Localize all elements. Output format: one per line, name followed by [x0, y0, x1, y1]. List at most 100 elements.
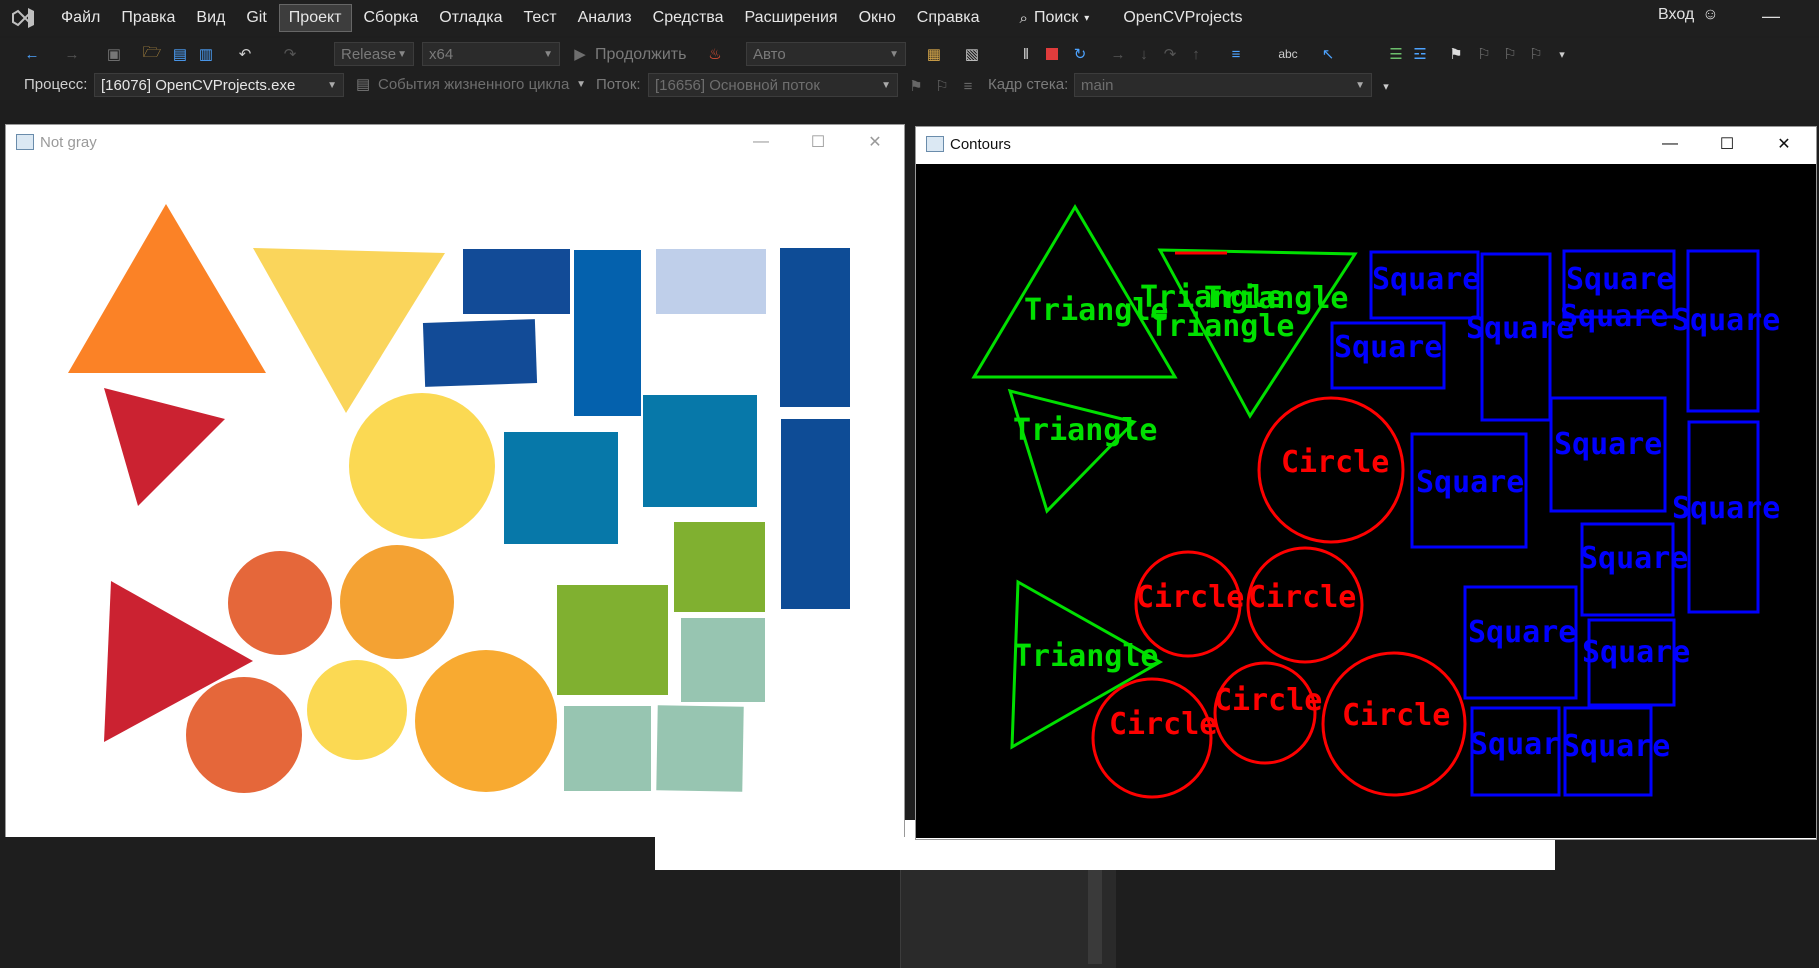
spellcheck-icon[interactable]: abc	[1278, 44, 1298, 64]
open-folder-icon[interactable]: 🗁	[142, 44, 162, 64]
stop-icon[interactable]	[1042, 44, 1062, 64]
ide-minimize-button[interactable]: —	[1762, 6, 1780, 27]
standard-toolbar: ← → ▣ 🗁 ▤ ▥ ↶ ↷ Release ▼ x64 ▼ ▶ Продолжи…	[0, 38, 1819, 70]
not-gray-maximize-button[interactable]: ☐	[790, 125, 846, 159]
contour-shape-label: Square	[1580, 541, 1688, 576]
stackframe-select[interactable]: main ▼	[1074, 73, 1372, 97]
configuration-select[interactable]: Release ▼	[334, 42, 414, 66]
blue-rect-3	[574, 250, 641, 416]
contour-shape-label: Circle	[1214, 683, 1322, 718]
window-icon[interactable]: ▧	[962, 44, 982, 64]
contours-title: Contours	[950, 135, 1011, 153]
contours-close-button[interactable]: ✕	[1756, 127, 1812, 161]
menu-item[interactable]: Отладка	[430, 5, 511, 31]
contour-shape-label: Square	[1672, 303, 1780, 338]
contour-shape-label: Square	[1334, 330, 1442, 365]
contour-shape-label: Square	[1372, 262, 1480, 297]
pause-icon[interactable]: ‖	[1016, 44, 1036, 64]
pointer-icon[interactable]: ↖	[1318, 44, 1338, 64]
visual-studio-logo-icon	[8, 3, 38, 33]
contour-shape-label: Square	[1562, 729, 1670, 764]
undo-icon[interactable]: ↶	[235, 44, 255, 64]
menu-item[interactable]: Окно	[850, 5, 905, 31]
redo-icon[interactable]: ↷	[280, 44, 300, 64]
contour-shape-label: Triangle	[1013, 413, 1158, 448]
save-all-icon[interactable]: ▥	[196, 44, 216, 64]
not-gray-minimize-button[interactable]: —	[733, 125, 789, 159]
bookmark-next-icon[interactable]: ⚐	[1500, 44, 1520, 64]
blue-rect-2	[422, 319, 538, 387]
save-icon[interactable]: ▤	[170, 44, 190, 64]
signin-button[interactable]: Вход ☺	[1658, 6, 1719, 24]
debugbar-overflow-icon[interactable]: ▾	[1376, 76, 1396, 96]
menu-item[interactable]: Сборка	[355, 5, 428, 31]
contours-minimize-button[interactable]: —	[1642, 127, 1698, 161]
menu-item[interactable]: Вид	[187, 5, 234, 31]
menu-bar: Файл Правка Вид Git Проект Сборка Отладка Тест А…	[0, 0, 1819, 36]
continue-button[interactable]: Продолжить	[595, 46, 686, 64]
thread-select[interactable]: [16656] Основной поток ▼	[648, 73, 898, 97]
restart-icon[interactable]: ↻	[1070, 44, 1090, 64]
search-label: Поиск	[1033, 9, 1079, 26]
contour-shape-label: Square	[1582, 635, 1690, 670]
bookmark-prev-icon[interactable]: ⚐	[1474, 44, 1494, 64]
background-scrollbar[interactable]	[1088, 870, 1102, 964]
contour-shape-label: Squar	[1470, 727, 1560, 762]
contour-shape-label: Triangle	[1150, 309, 1295, 344]
menu-item[interactable]: Файл	[52, 5, 109, 31]
not-gray-close-button[interactable]: ✕	[847, 125, 903, 159]
green-rect-2	[557, 585, 668, 695]
orange-circle-3	[186, 677, 302, 793]
sage-rect-3	[656, 705, 744, 792]
step-into-icon[interactable]: ↓	[1134, 44, 1154, 64]
play-icon[interactable]: ▶	[570, 44, 590, 64]
new-item-icon[interactable]: ▣	[104, 44, 124, 64]
contour-shape-label: Square	[1416, 465, 1524, 500]
bookmark-icon[interactable]: ⚑	[1446, 44, 1466, 64]
forward-icon[interactable]: →	[62, 44, 82, 64]
teal-rect-1	[504, 432, 618, 544]
search-box[interactable]: ⌕ Поиск ▾	[1020, 9, 1090, 27]
step-over-icon[interactable]: →	[1108, 44, 1128, 64]
menu-item[interactable]: Проект	[278, 4, 352, 32]
back-icon[interactable]: ←	[22, 44, 42, 64]
background-scroll-panel	[900, 870, 1116, 968]
flag-icon[interactable]: ⚑	[906, 76, 926, 96]
orange-circle-4	[415, 650, 557, 792]
stack-icon[interactable]: ≡	[958, 76, 978, 96]
process-label: Процесс:	[24, 76, 88, 93]
platform-select[interactable]: x64 ▼	[422, 42, 560, 66]
yellow-circle-large	[349, 393, 495, 539]
user-icon: ☺	[1702, 6, 1719, 23]
menu-item[interactable]: Правка	[112, 5, 184, 31]
auto-select[interactable]: Авто ▼	[746, 42, 906, 66]
threads-icon[interactable]: ⚐	[932, 76, 952, 96]
bookmark-clear-icon[interactable]: ⚐	[1526, 44, 1546, 64]
comment-icon[interactable]: ☰	[1386, 44, 1406, 64]
search-icon: ⌕	[1019, 9, 1028, 27]
diagnostics-icon[interactable]: ≡	[1226, 44, 1246, 64]
step-back-icon[interactable]: ↷	[1160, 44, 1180, 64]
menu-item[interactable]: Анализ	[569, 5, 641, 31]
menu-item[interactable]: Средства	[644, 5, 733, 31]
menu-item[interactable]: Git	[237, 5, 275, 31]
stackframe-value: main	[1081, 77, 1114, 94]
step-out-icon[interactable]: ↑	[1186, 44, 1206, 64]
green-rect-1	[674, 522, 765, 612]
signin-label: Вход	[1658, 6, 1695, 23]
contour-shape-label: Circle	[1342, 698, 1450, 733]
menu-item[interactable]: Справка	[908, 5, 989, 31]
hot-reload-icon[interactable]: ♨	[705, 44, 725, 64]
lifecycle-events-select[interactable]: ▤ События жизненного цикла ▼	[352, 73, 592, 97]
project-name: OpenCVProjects	[1123, 9, 1243, 26]
contour-shape-label: Square	[1560, 299, 1668, 334]
process-select[interactable]: [16076] OpenCVProjects.exe ▼	[94, 73, 344, 97]
not-gray-title: Not gray	[40, 133, 97, 151]
menu-item[interactable]: Расширения	[736, 5, 847, 31]
contours-maximize-button[interactable]: ☐	[1699, 127, 1755, 161]
toolbar-overflow-icon[interactable]: ▾	[1552, 44, 1572, 64]
menu-item[interactable]: Тест	[515, 5, 566, 31]
folder-icon[interactable]: ▦	[924, 44, 944, 64]
sage-rect-1	[681, 618, 765, 702]
uncomment-icon[interactable]: ☲	[1410, 44, 1430, 64]
